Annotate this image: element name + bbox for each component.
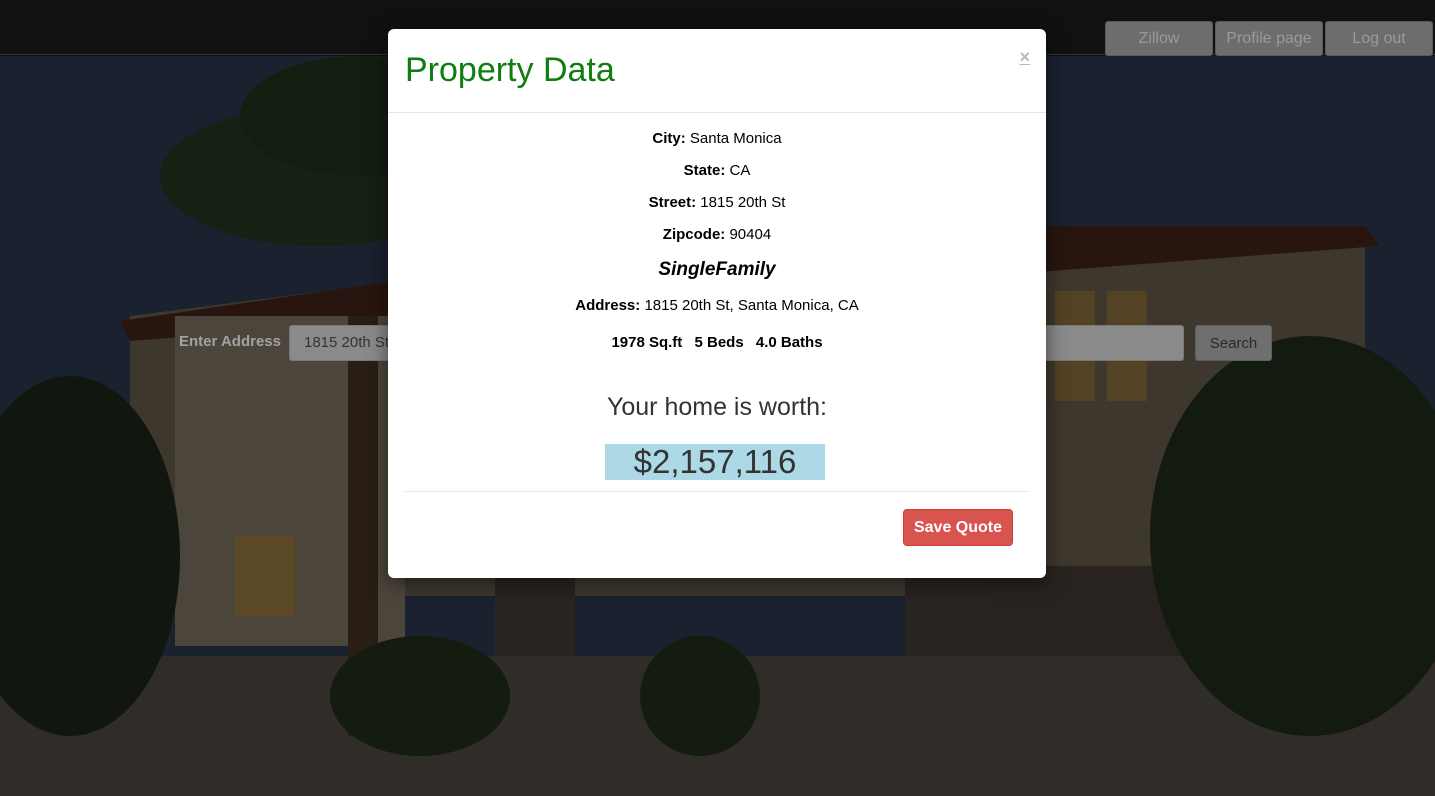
baths-value: 4.0 Baths — [755, 334, 823, 351]
state-row: State: CA — [388, 162, 1046, 179]
home-type: SingleFamily — [658, 259, 776, 280]
street-row: Street: 1815 20th St — [388, 194, 1046, 211]
sqft-value: 1978 Sq.ft — [611, 334, 683, 351]
address-label: Address: — [575, 297, 641, 314]
search-label: Enter Address — [179, 333, 281, 350]
specs-row: 1978 Sq.ft 5 Beds 4.0 Baths — [388, 334, 1046, 351]
search-button[interactable]: Search — [1195, 325, 1272, 361]
city-label: City: — [652, 130, 686, 147]
modal-title: Property Data — [405, 51, 615, 89]
worth-value: $2,157,116 — [605, 443, 825, 480]
zipcode-value: 90404 — [729, 226, 772, 243]
logout-button[interactable]: Log out — [1325, 21, 1433, 56]
city-row: City: Santa Monica — [388, 130, 1046, 147]
modal-header: Property Data × — [388, 29, 1046, 113]
street-label: Street: — [648, 194, 697, 211]
zipcode-row: Zipcode: 90404 — [388, 226, 1046, 243]
zillow-button[interactable]: Zillow — [1105, 21, 1213, 56]
state-value: CA — [729, 162, 751, 179]
address-value: 1815 20th St, Santa Monica, CA — [644, 297, 859, 314]
modal-footer-divider — [405, 491, 1029, 492]
zipcode-label: Zipcode: — [662, 226, 726, 243]
property-data-modal: Property Data × City: Santa Monica State… — [388, 29, 1046, 578]
street-value: 1815 20th St — [700, 194, 786, 211]
save-quote-button[interactable]: Save Quote — [903, 509, 1013, 546]
state-label: State: — [683, 162, 726, 179]
close-icon[interactable]: × — [1019, 47, 1030, 68]
city-value: Santa Monica — [689, 130, 782, 147]
worth-label: Your home is worth: — [606, 393, 828, 421]
address-row: Address: 1815 20th St, Santa Monica, CA — [388, 297, 1046, 314]
beds-value: 5 Beds — [694, 334, 744, 351]
profile-page-button[interactable]: Profile page — [1215, 21, 1323, 56]
